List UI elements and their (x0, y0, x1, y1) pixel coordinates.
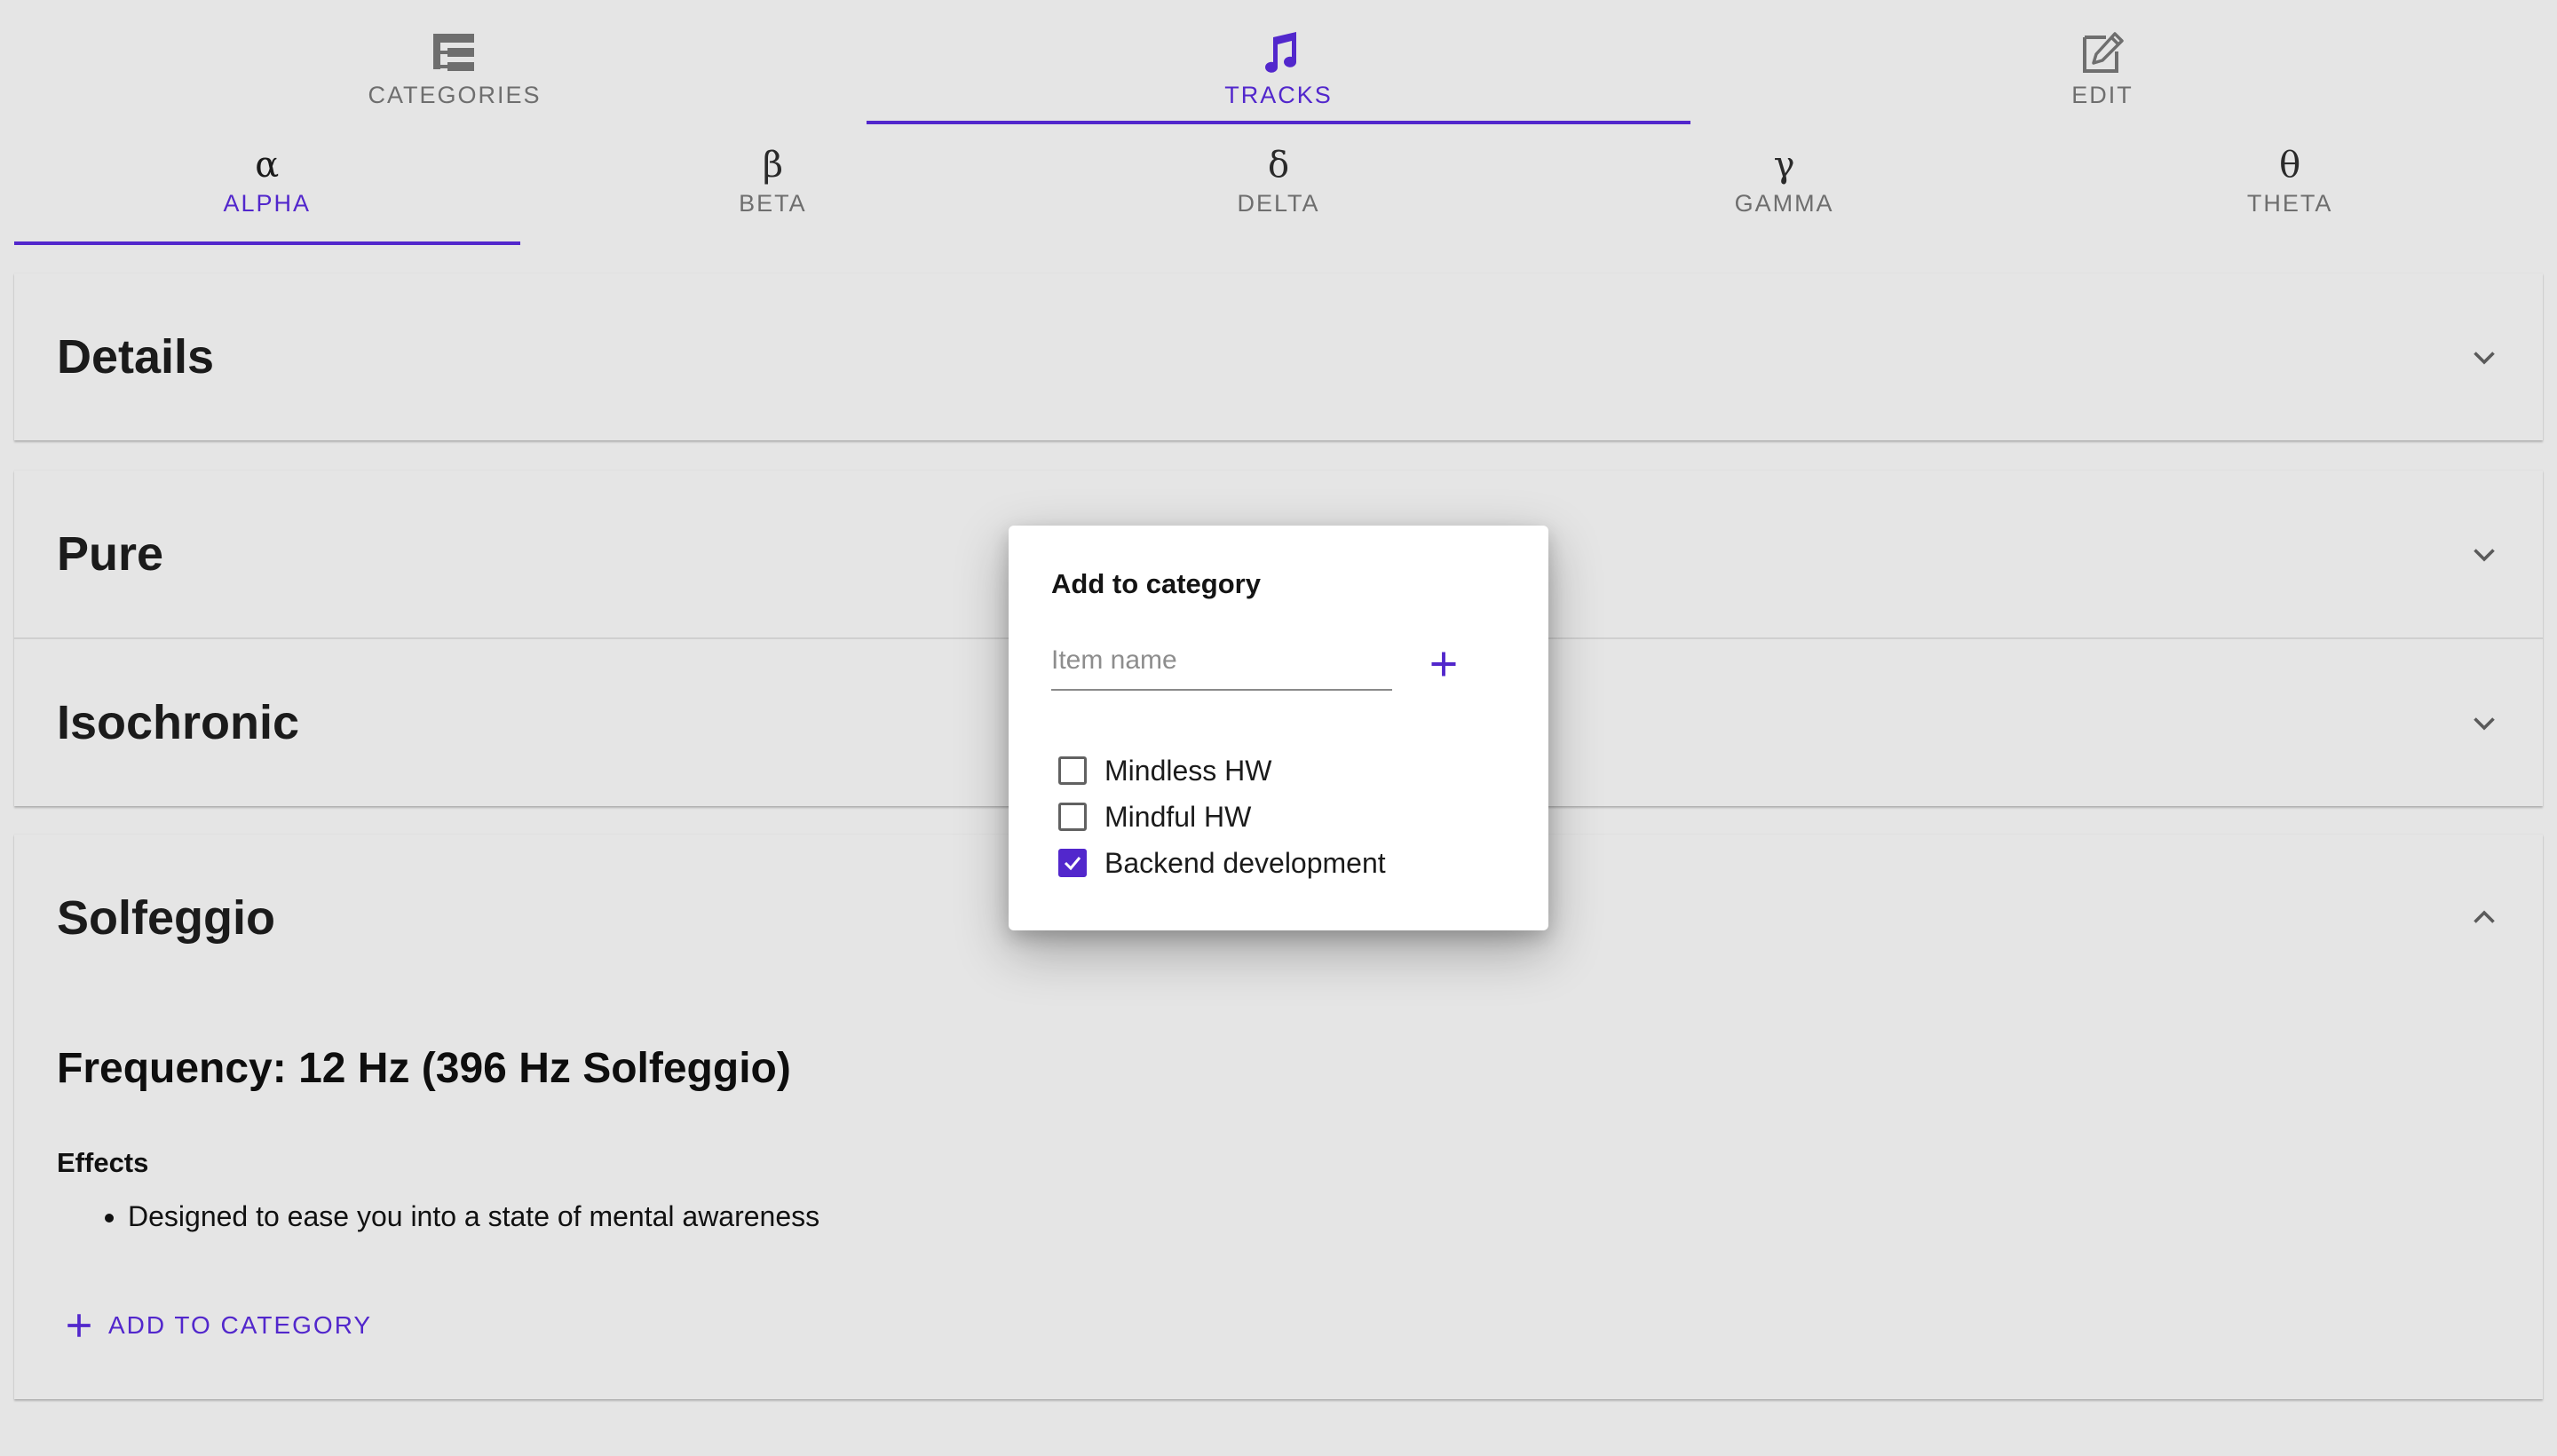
tab-theta-label: THETA (2246, 190, 2333, 217)
item-name-input[interactable] (1051, 637, 1392, 691)
checkbox-checked[interactable] (1058, 849, 1087, 877)
panel-details-title: Details (57, 330, 215, 384)
panel-details-header[interactable]: Details (14, 273, 2543, 440)
category-option-mindless-hw[interactable]: Mindless HW (1051, 748, 1386, 794)
add-to-category-dialog: Add to category Mindless HW Mindful HW B… (1009, 526, 1548, 930)
effects-list-item: Designed to ease you into a state of men… (128, 1200, 819, 1233)
alpha-symbol: α (255, 145, 280, 186)
band-tabs: α ALPHA β BETA δ DELTA γ GAMMA θ THETA (14, 124, 2543, 245)
plus-icon (1431, 652, 1456, 677)
tab-gamma-label: GAMMA (1734, 190, 1834, 217)
gamma-symbol: γ (1773, 145, 1795, 186)
category-option-label: Mindless HW (1104, 754, 1272, 787)
chevron-down-icon (2474, 549, 2495, 562)
music-note-icon (1265, 32, 1296, 73)
effects-heading: Effects (57, 1147, 149, 1178)
tab-tracks-label: TRACKS (1224, 82, 1333, 108)
tab-edit-label: EDIT (2071, 82, 2133, 108)
theta-symbol: θ (2279, 145, 2301, 186)
top-navigation: CATEGORIES TRACKS EDIT (0, 0, 2557, 124)
checkbox[interactable] (1058, 756, 1087, 785)
tab-gamma[interactable]: γ GAMMA (1532, 124, 2038, 245)
checkmark-icon (1064, 857, 1081, 871)
panel-isochronic-title: Isochronic (57, 696, 300, 749)
tab-categories-label: CATEGORIES (368, 82, 542, 108)
categories-tree-icon (433, 34, 474, 71)
tab-alpha-label: ALPHA (223, 190, 312, 217)
panel-pure-title: Pure (57, 527, 164, 581)
panel-details: Details (14, 273, 2543, 440)
category-checklist: Mindless HW Mindful HW Backend developme… (1051, 748, 1386, 886)
add-to-category-button[interactable]: ADD TO CATEGORY (50, 1303, 386, 1348)
delta-symbol: δ (1267, 145, 1290, 186)
tab-alpha[interactable]: α ALPHA (14, 124, 520, 245)
effects-list: Designed to ease you into a state of men… (57, 1200, 819, 1233)
dialog-title: Add to category (1051, 568, 1261, 599)
plus-icon (67, 1314, 91, 1337)
tab-delta[interactable]: δ DELTA (1025, 124, 1532, 245)
tab-delta-label: DELTA (1237, 190, 1320, 217)
tab-beta[interactable]: β BETA (520, 124, 1026, 245)
chevron-up-icon (2474, 910, 2495, 923)
tab-edit[interactable]: EDIT (1690, 0, 2514, 124)
category-option-label: Backend development (1104, 846, 1386, 879)
beta-symbol: β (762, 145, 783, 186)
add-to-category-label: ADD TO CATEGORY (108, 1311, 373, 1339)
panel-solfeggio-title: Solfeggio (57, 891, 275, 945)
tab-tracks[interactable]: TRACKS (867, 0, 1690, 124)
tab-theta[interactable]: θ THETA (2037, 124, 2543, 245)
category-option-backend-development[interactable]: Backend development (1051, 840, 1386, 886)
add-item-button[interactable] (1421, 641, 1467, 687)
category-option-label: Mindful HW (1104, 800, 1252, 833)
edit-pencil-icon (2083, 32, 2124, 73)
chevron-down-icon (2474, 352, 2495, 365)
frequency-heading: Frequency: 12 Hz (396 Hz Solfeggio) (57, 1045, 791, 1092)
category-option-mindful-hw[interactable]: Mindful HW (1051, 794, 1386, 840)
checkbox[interactable] (1058, 803, 1087, 831)
tab-beta-label: BETA (739, 190, 807, 217)
tab-categories[interactable]: CATEGORIES (43, 0, 867, 124)
chevron-down-icon (2474, 717, 2495, 731)
